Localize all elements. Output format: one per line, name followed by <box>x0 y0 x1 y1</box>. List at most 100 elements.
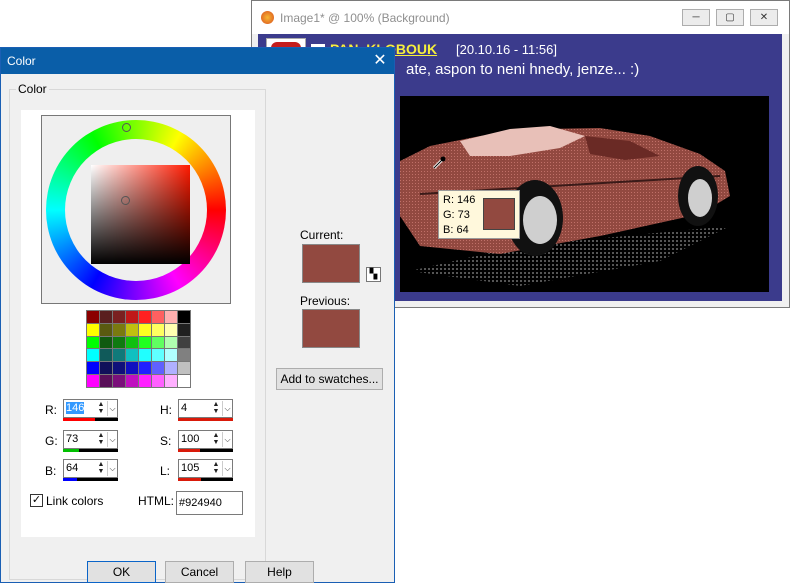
saturation-lightness-square[interactable] <box>91 165 190 264</box>
swatch-cell[interactable] <box>113 323 125 336</box>
swatch-cell[interactable] <box>152 323 164 336</box>
h-spinner[interactable]: 4 ▲ ▼ ⌵ <box>178 399 233 418</box>
swatch-cell[interactable] <box>100 362 112 375</box>
swatch-cell[interactable] <box>87 311 99 323</box>
swatch-cell[interactable] <box>87 362 99 375</box>
swatch-grid[interactable] <box>86 310 191 388</box>
swatch-cell[interactable] <box>139 375 151 387</box>
swatch-cell[interactable] <box>113 375 125 387</box>
chevron-down-icon[interactable]: ⌵ <box>107 432 117 447</box>
swatch-cell[interactable] <box>87 336 99 349</box>
swatch-cell[interactable] <box>100 311 112 323</box>
cancel-button[interactable]: Cancel <box>165 561 234 583</box>
chevron-down-icon[interactable]: ⌵ <box>107 401 117 416</box>
swatch-cell[interactable] <box>165 336 177 349</box>
spin-arrows-icon[interactable]: ▲ ▼ <box>210 432 222 447</box>
swatch-cell[interactable] <box>113 349 125 362</box>
current-label: Current: <box>300 228 344 242</box>
swatch-cell[interactable] <box>152 311 164 323</box>
swatch-cell[interactable] <box>139 336 151 349</box>
swatch-cell[interactable] <box>126 311 138 323</box>
spin-arrows-icon[interactable]: ▲ ▼ <box>210 401 222 416</box>
swatch-cell[interactable] <box>165 311 177 323</box>
swatch-cell[interactable] <box>100 375 112 387</box>
minimize-button[interactable]: ─ <box>682 9 710 26</box>
swatch-cell[interactable] <box>139 323 151 336</box>
help-button[interactable]: Help <box>245 561 314 583</box>
swatch-cell[interactable] <box>178 375 190 387</box>
swatch-cell[interactable] <box>126 323 138 336</box>
spin-arrows-icon[interactable]: ▲ ▼ <box>95 432 107 447</box>
close-icon: ✕ <box>759 12 769 23</box>
chevron-down-icon[interactable]: ⌵ <box>107 461 117 476</box>
swatch-cell[interactable] <box>100 336 112 349</box>
chevron-down-icon[interactable]: ⌵ <box>222 401 232 416</box>
swatch-cell[interactable] <box>165 349 177 362</box>
swatch-cell[interactable] <box>139 362 151 375</box>
swatch-cell[interactable] <box>178 349 190 362</box>
chevron-down-icon[interactable]: ⌵ <box>222 461 232 476</box>
swatch-cell[interactable] <box>152 349 164 362</box>
sl-handle[interactable] <box>121 196 130 205</box>
swatch-cell[interactable] <box>126 336 138 349</box>
checkmark-icon: ✓ <box>31 494 42 506</box>
swatch-cell[interactable] <box>178 311 190 323</box>
chevron-down-icon[interactable]: ⌵ <box>222 432 232 447</box>
swatch-cell[interactable] <box>113 336 125 349</box>
r-spinner[interactable]: 146 ▲ ▼ ⌵ <box>63 399 118 418</box>
swatch-cell[interactable] <box>126 375 138 387</box>
r-value[interactable]: 146 <box>66 402 85 414</box>
swatch-cell[interactable] <box>178 336 190 349</box>
add-to-swatches-button[interactable]: Add to swatches... <box>276 368 383 390</box>
g-value[interactable]: 73 <box>66 433 78 445</box>
swatch-cell[interactable] <box>113 311 125 323</box>
hue-wheel[interactable] <box>46 120 226 300</box>
spin-arrows-icon[interactable]: ▲ ▼ <box>210 461 222 476</box>
swatch-cell[interactable] <box>100 349 112 362</box>
l-spinner[interactable]: 105 ▲ ▼ ⌵ <box>178 459 233 478</box>
swatch-cell[interactable] <box>126 349 138 362</box>
b-spinner[interactable]: 64 ▲ ▼ ⌵ <box>63 459 118 478</box>
swatch-cell[interactable] <box>178 362 190 375</box>
html-hex-input[interactable]: #924940 <box>176 491 243 515</box>
swatch-cell[interactable] <box>152 375 164 387</box>
swatch-cell[interactable] <box>87 375 99 387</box>
swatch-cell[interactable] <box>87 323 99 336</box>
swatch-cell[interactable] <box>139 349 151 362</box>
close-button[interactable]: ✕ <box>750 9 778 26</box>
dialog-titlebar[interactable]: Color ✕ <box>1 48 394 74</box>
swatch-cell[interactable] <box>178 323 190 336</box>
link-colors-checkbox[interactable]: ✓ <box>30 494 43 507</box>
b-value[interactable]: 64 <box>66 462 78 474</box>
maximize-button[interactable]: ▢ <box>716 9 744 26</box>
s-spinner[interactable]: 100 ▲ ▼ ⌵ <box>178 430 233 449</box>
color-dialog[interactable]: Color ✕ Color R: 146 ▲ ▼ ⌵ G: 73 ▲ ▼ ⌵ B: 64 ▲ ▼… <box>0 47 395 583</box>
dialog-close-button[interactable]: ✕ <box>367 50 393 72</box>
ok-button[interactable]: OK <box>87 561 156 583</box>
r-label: R: <box>45 403 57 417</box>
swatch-cell[interactable] <box>100 323 112 336</box>
swatch-cell[interactable] <box>113 362 125 375</box>
h-value[interactable]: 4 <box>181 402 187 414</box>
swatch-cell[interactable] <box>87 349 99 362</box>
color-picker-icon[interactable]: ▚ <box>366 267 381 282</box>
g-label: G: <box>45 434 58 448</box>
previous-color-box[interactable] <box>302 309 360 348</box>
swatch-cell[interactable] <box>126 362 138 375</box>
hue-handle[interactable] <box>122 123 131 132</box>
g-spinner[interactable]: 73 ▲ ▼ ⌵ <box>63 430 118 449</box>
swatch-cell[interactable] <box>152 362 164 375</box>
image-window-title: Image1* @ 100% (Background) <box>280 11 450 25</box>
swatch-cell[interactable] <box>139 311 151 323</box>
spin-arrows-icon[interactable]: ▲ ▼ <box>95 461 107 476</box>
chat-message: ate, aspon to neni hnedy, jenze... :) <box>406 61 640 78</box>
swatch-cell[interactable] <box>165 362 177 375</box>
l-value[interactable]: 105 <box>181 462 199 474</box>
swatch-cell[interactable] <box>152 336 164 349</box>
spin-arrows-icon[interactable]: ▲ ▼ <box>95 401 107 416</box>
swatch-cell[interactable] <box>165 323 177 336</box>
link-colors-label[interactable]: Link colors <box>46 494 103 508</box>
swatch-cell[interactable] <box>165 375 177 387</box>
s-value[interactable]: 100 <box>181 433 199 445</box>
image-window-titlebar[interactable]: Image1* @ 100% (Background) ─ ▢ ✕ <box>252 1 789 34</box>
